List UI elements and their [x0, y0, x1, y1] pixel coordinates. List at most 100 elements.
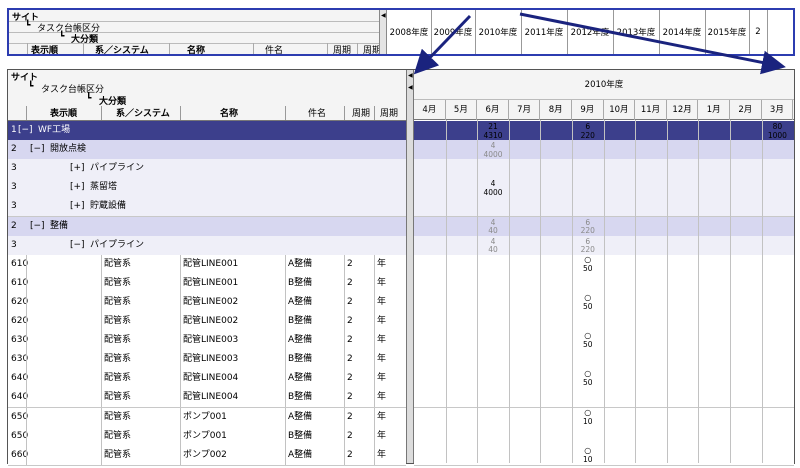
task-cycle: 2: [347, 373, 353, 384]
col-header-cycle[interactable]: 周期: [352, 106, 370, 119]
overview-col-system[interactable]: 系／システム: [95, 43, 149, 56]
task-cost: 40: [488, 245, 498, 255]
planned-mark[interactable]: ○: [572, 331, 604, 340]
tree-level: 3: [11, 182, 17, 193]
task-name: 配管LINE002: [183, 296, 239, 307]
task-row[interactable]: 640 配管系 配管LINE004 B整備 2 年: [8, 388, 406, 409]
tree-row[interactable]: 3 [+] 蒸留塔: [8, 178, 406, 199]
task-subject: A整備: [288, 296, 313, 307]
tree-row-label: 整備: [50, 220, 69, 231]
task-tree-pane: サイト ┗ タスク台帳区分 ┗ 大分類 表示順 系／システム 名称 件名 周期 …: [8, 70, 406, 466]
overview-col-name[interactable]: 名称: [187, 43, 205, 56]
col-header-system[interactable]: 系／システム: [116, 106, 170, 119]
tree-row[interactable]: 2 [−] 整備: [8, 216, 406, 237]
task-unit: 年: [377, 335, 387, 346]
planned-cost: 10: [583, 454, 593, 464]
month-column-header: 11月: [635, 100, 667, 120]
task-system: 配管系: [104, 430, 132, 441]
overview-col-subject[interactable]: 件名: [265, 43, 283, 56]
tree-row-label: 開放点検: [50, 144, 87, 155]
task-cycle: 2: [347, 449, 353, 460]
task-cost: 220: [580, 245, 595, 255]
year-column-header[interactable]: 2015年度: [705, 10, 750, 54]
expand-toggle-button[interactable]: [−]: [30, 217, 45, 235]
planned-mark[interactable]: ○: [572, 369, 604, 378]
task-name: 配管LINE004: [183, 373, 239, 384]
expand-toggle-button[interactable]: [+]: [70, 197, 85, 215]
year-column-header[interactable]: 2008年度: [387, 10, 432, 54]
tree-level: 2: [11, 220, 17, 231]
expand-toggle-button[interactable]: [−]: [70, 236, 85, 254]
expand-toggle-button[interactable]: [−]: [30, 140, 45, 158]
tree-row[interactable]: 1 [−] WF工場: [8, 121, 406, 141]
year-column-header[interactable]: 2009年度: [431, 10, 476, 54]
task-row[interactable]: 610 配管系 配管LINE001 B整備 2 年: [8, 273, 406, 294]
tree-branch-icon: ┗: [25, 21, 31, 31]
tree-row-label: パイプライン: [90, 163, 145, 174]
left-triangle-icon: ◀: [408, 84, 413, 91]
year-columns: 2008年度 2009年度 2010年度 2011年度 2012年度 2013年度 2014…: [387, 10, 795, 54]
expand-toggle-button[interactable]: [+]: [70, 159, 85, 177]
task-row[interactable]: 620 配管系 配管LINE002 A整備 2 年: [8, 292, 406, 313]
expand-toggle-button[interactable]: [−]: [18, 121, 33, 139]
expand-toggle-button[interactable]: [+]: [70, 178, 85, 196]
task-cycle: 2: [347, 354, 353, 365]
task-row[interactable]: 650 配管系 ポンプ001 B整備 2 年: [8, 426, 406, 447]
task-system: 配管系: [104, 316, 132, 326]
planned-mark[interactable]: ○: [572, 408, 604, 417]
task-system: 配管系: [104, 354, 132, 365]
year-column-header[interactable]: 2012年度: [567, 10, 614, 54]
task-cycle: 2: [347, 411, 353, 422]
task-row[interactable]: 620 配管系 配管LINE002 B整備 2 年: [8, 312, 406, 332]
task-unit: 年: [377, 430, 387, 441]
year-column-header[interactable]: 2011年度: [521, 10, 568, 54]
tree-row[interactable]: 2 [−] 開放点検: [8, 140, 406, 161]
task-system: 配管系: [104, 392, 132, 403]
task-cost: 220: [580, 130, 595, 140]
task-subject: A整備: [288, 335, 313, 346]
task-cost: 1000: [767, 130, 787, 140]
task-name: 配管LINE003: [183, 335, 239, 346]
overview-col-order[interactable]: 表示順: [31, 43, 58, 56]
overview-col-cycle[interactable]: 周期: [333, 43, 351, 56]
year-column-header[interactable]: 2014年度: [659, 10, 706, 54]
task-row[interactable]: 610 配管系 配管LINE001 A整備 2 年: [8, 254, 406, 275]
col-header-order[interactable]: 表示順: [50, 106, 77, 119]
year-column-header[interactable]: 2013年度: [613, 10, 660, 54]
tree-row-label: 蒸留塔: [90, 182, 118, 193]
month-column-header: 9月: [572, 100, 604, 120]
overview-splitter[interactable]: ◀: [379, 10, 387, 54]
year-column-header[interactable]: 2: [749, 10, 768, 54]
task-row[interactable]: 630 配管系 配管LINE003 B整備 2 年: [8, 350, 406, 371]
planned-mark[interactable]: ○: [572, 255, 604, 264]
tree-row[interactable]: 3 [−] パイプライン: [8, 235, 406, 256]
col-header-name[interactable]: 名称: [220, 106, 238, 119]
col-header-cycle-unit[interactable]: 周期: [380, 106, 398, 119]
tree-level: 1: [11, 125, 17, 135]
month-column-header: 3月: [762, 100, 794, 120]
task-row[interactable]: 650 配管系 ポンプ001 A整備 2 年: [8, 407, 406, 428]
tree-row[interactable]: 3 [+] パイプライン: [8, 159, 406, 180]
month-gridline: [572, 120, 573, 463]
planned-mark[interactable]: ○: [572, 446, 604, 455]
task-unit: 年: [377, 258, 387, 269]
tree-row[interactable]: 3 [+] 貯蔵設備: [8, 197, 406, 218]
tree-row-label: WF工場: [38, 125, 71, 135]
pane-splitter[interactable]: ◀ ◀: [406, 70, 414, 463]
task-row[interactable]: 630 配管系 配管LINE003 A整備 2 年: [8, 331, 406, 352]
tree-branch-icon: ┗: [28, 82, 34, 92]
task-row[interactable]: 640 配管系 配管LINE004 A整備 2 年: [8, 369, 406, 390]
task-row[interactable]: 660 配管系 ポンプ002 A整備 2 年: [8, 445, 406, 466]
month-column-header: 1月: [698, 100, 730, 120]
month-column-header: 2月: [730, 100, 762, 120]
year-column-header[interactable]: 2010年度: [475, 10, 522, 54]
task-system: 配管系: [104, 296, 132, 307]
planned-mark[interactable]: ○: [572, 293, 604, 302]
tree-level: 2: [11, 144, 17, 155]
month-column-header: 7月: [509, 100, 541, 120]
tree-row-label: 貯蔵設備: [90, 201, 127, 212]
col-header-subject[interactable]: 件名: [308, 106, 326, 119]
task-system: 配管系: [104, 411, 132, 422]
task-cycle: 2: [347, 316, 353, 326]
left-triangle-icon: ◀: [408, 72, 413, 79]
